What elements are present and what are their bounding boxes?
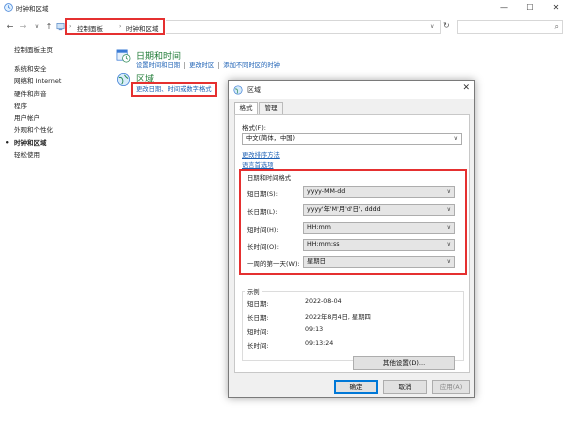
breadcrumb-separator[interactable]: ›: [69, 23, 71, 30]
long-date-label: 长日期(L):: [247, 208, 278, 216]
datetime-links: 设置时间和日期 更改时区 添加不同时区的时钟: [136, 60, 280, 69]
chevron-down-icon: ∨: [446, 241, 451, 248]
set-time-date-link[interactable]: 设置时间和日期: [136, 60, 180, 69]
example-short-time-value: 09:13: [305, 326, 324, 333]
region-dialog: 区域 ✕ 格式 管理 格式(F): 中文(简体，中国) ∨ 更改排序方法 语言首…: [228, 80, 475, 398]
short-time-value: HH:mm: [307, 224, 331, 231]
close-button[interactable]: ✕: [546, 2, 566, 14]
sidebar-item-clock-region[interactable]: • 时钟和区域: [5, 137, 61, 149]
maximize-button[interactable]: ☐: [520, 2, 540, 14]
dialog-titlebar: 区域 ✕: [229, 81, 474, 99]
short-time-label: 短时间(H):: [247, 226, 279, 234]
format-select[interactable]: 中文(简体，中国) ∨: [242, 133, 462, 145]
window-title: 时钟和区域: [16, 5, 49, 13]
control-panel-icon: [56, 23, 65, 31]
sidebar-item-label: 时钟和区域: [14, 138, 47, 147]
clock-region-icon: [4, 3, 13, 12]
change-format-link[interactable]: 更改日期、时间或数字格式: [136, 84, 212, 93]
current-item-bullet: •: [5, 138, 10, 147]
region-globe-icon: [117, 73, 130, 86]
breadcrumb-clock-region[interactable]: 时钟和区域: [126, 23, 159, 33]
minimize-button[interactable]: —: [494, 2, 514, 14]
breadcrumb-control-panel[interactable]: 控制面板: [77, 23, 103, 33]
first-day-select[interactable]: 星期日 ∨: [303, 256, 455, 268]
sidebar-item-network[interactable]: 网络和 Internet: [14, 75, 61, 87]
address-dropdown-icon[interactable]: ∨: [430, 23, 434, 30]
region-globe-icon: [233, 85, 243, 95]
apply-button[interactable]: 应用(A): [432, 380, 470, 394]
cancel-button[interactable]: 取消: [383, 380, 427, 394]
refresh-icon[interactable]: ↻: [443, 21, 450, 30]
short-time-select[interactable]: HH:mm ∨: [303, 222, 455, 234]
sidebar-item-system-security[interactable]: 系统和安全: [14, 63, 61, 75]
example-short-date-value: 2022-08-04: [305, 298, 342, 305]
format-label: 格式(F):: [242, 124, 267, 132]
breadcrumb-separator[interactable]: ›: [119, 23, 121, 30]
chevron-down-icon: ∨: [453, 135, 458, 142]
search-icon: ⌕: [554, 22, 559, 31]
address-bar-empty-area[interactable]: [166, 20, 441, 34]
up-button[interactable]: ↑: [44, 21, 54, 33]
link-divider: [218, 61, 220, 69]
long-date-value: yyyy'年'M'月'd'日', dddd: [307, 206, 381, 213]
sidebar-item-programs[interactable]: 程序: [14, 100, 61, 112]
examples-legend: 示例: [245, 287, 262, 296]
sidebar-item-ease-of-access[interactable]: 轻松使用: [14, 149, 61, 161]
change-timezone-link[interactable]: 更改时区: [189, 60, 214, 69]
short-date-select[interactable]: yyyy-MM-dd ∨: [303, 186, 455, 198]
dialog-title: 区域: [247, 86, 261, 94]
example-short-date-label: 短日期:: [247, 300, 269, 308]
change-sort-link[interactable]: 更改排序方法: [242, 150, 280, 159]
long-time-value: HH:mm:ss: [307, 241, 340, 248]
datetime-icon: [116, 49, 131, 63]
chevron-down-icon: ∨: [446, 206, 451, 213]
sidebar: 控制面板主页 系统和安全 网络和 Internet 硬件和声音 程序 用户帐户 …: [5, 44, 61, 161]
sidebar-item-hardware-sound[interactable]: 硬件和声音: [14, 88, 61, 100]
examples-group: [242, 291, 464, 361]
sidebar-home-link[interactable]: 控制面板主页: [14, 44, 61, 54]
window-titlebar: 时钟和区域 — ☐ ✕: [0, 0, 570, 16]
other-settings-button[interactable]: 其他设置(D)...: [353, 356, 455, 370]
link-divider: [184, 61, 186, 69]
add-clocks-link[interactable]: 添加不同时区的时钟: [223, 60, 280, 69]
short-date-label: 短日期(S):: [247, 190, 278, 198]
example-long-time-value: 09:13:24: [305, 340, 334, 347]
chevron-down-icon: ∨: [446, 224, 451, 231]
recent-dropdown-button[interactable]: ∨: [32, 21, 42, 33]
example-long-time-label: 长时间:: [247, 342, 269, 350]
sidebar-item-appearance[interactable]: 外观和个性化: [14, 124, 61, 136]
tab-administrative[interactable]: 管理: [259, 102, 283, 114]
sidebar-item-user-accounts[interactable]: 用户帐户: [14, 112, 61, 124]
chevron-down-icon: ∨: [446, 188, 451, 195]
example-long-date-value: 2022年8月4日, 星期四: [305, 314, 371, 321]
address-bar-breadcrumb[interactable]: › 控制面板 › 时钟和区域: [65, 18, 165, 35]
first-day-label: 一周的第一天(W):: [247, 260, 300, 268]
long-date-select[interactable]: yyyy'年'M'月'd'日', dddd ∨: [303, 204, 455, 216]
short-date-value: yyyy-MM-dd: [307, 188, 346, 195]
datetime-formats-legend: 日期和时间格式: [245, 173, 294, 182]
forward-button[interactable]: →: [18, 21, 28, 33]
first-day-value: 星期日: [307, 258, 326, 265]
long-time-label: 长时间(O):: [247, 243, 279, 251]
search-input[interactable]: ⌕: [457, 20, 563, 34]
format-select-value: 中文(简体，中国): [246, 135, 295, 142]
back-button[interactable]: ←: [5, 21, 15, 33]
chevron-down-icon: ∨: [446, 258, 451, 265]
long-time-select[interactable]: HH:mm:ss ∨: [303, 239, 455, 251]
language-preferences-link[interactable]: 语言首选项: [242, 160, 273, 169]
formats-panel: 格式(F): 中文(简体，中国) ∨ 更改排序方法 语言首选项 日期和时间格式 …: [234, 114, 470, 373]
example-long-date-label: 长日期:: [247, 314, 269, 322]
dialog-close-button[interactable]: ✕: [462, 83, 470, 93]
ok-button[interactable]: 确定: [334, 380, 378, 394]
example-short-time-label: 短时间:: [247, 328, 269, 336]
